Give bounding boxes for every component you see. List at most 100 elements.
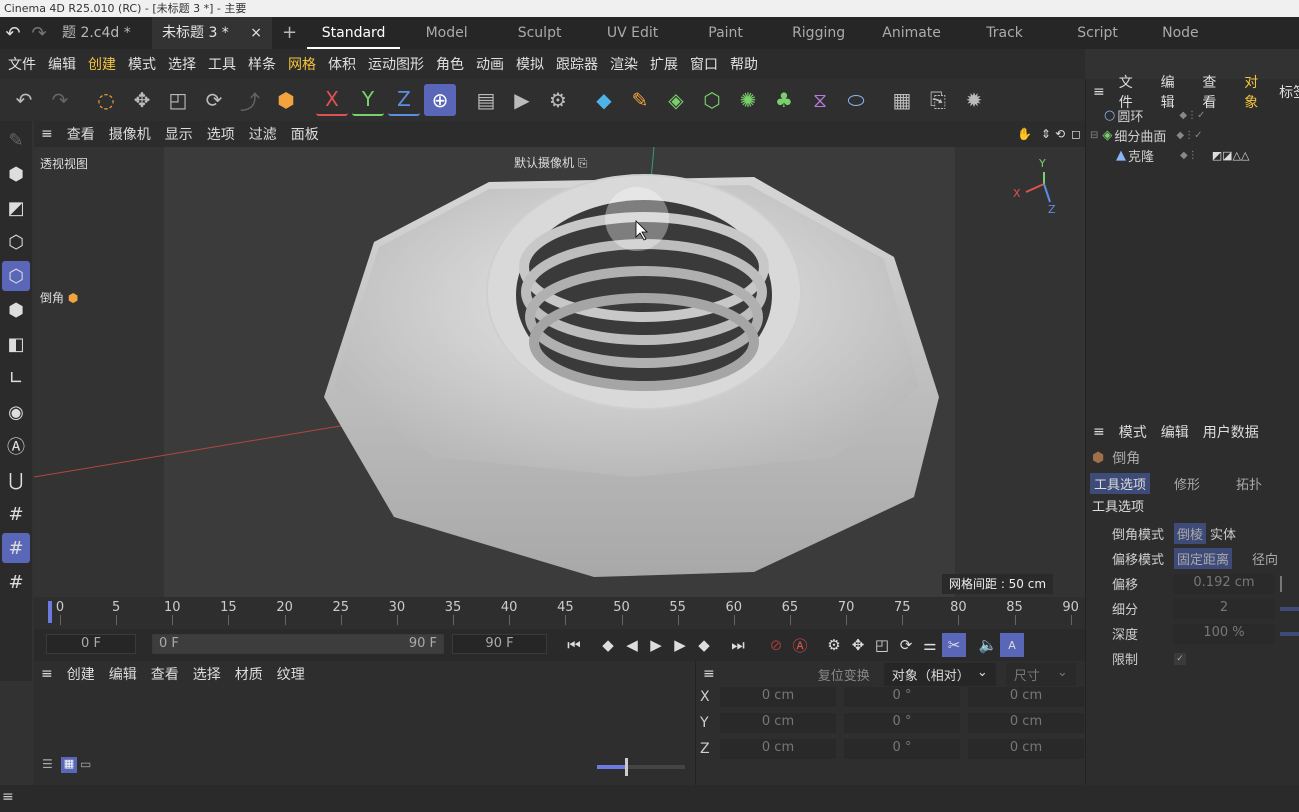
menu-character[interactable]: 角色 bbox=[430, 54, 470, 74]
menu-window[interactable]: 窗口 bbox=[684, 54, 724, 74]
viewport[interactable]: 透视视图 默认摄像机 ⎘ 倒角 ⬢ Y X Z 网格间距 : 50 cm bbox=[34, 147, 1085, 597]
autokey-icon[interactable]: Ⓐ bbox=[788, 633, 812, 657]
deformer-icon[interactable]: ⧖ bbox=[804, 84, 836, 116]
viewport-menu-display[interactable]: 显示 bbox=[158, 124, 200, 144]
size-y-field[interactable]: 0 cm bbox=[968, 713, 1084, 733]
zoom-slider[interactable] bbox=[597, 758, 685, 776]
orbit-icon[interactable]: ⟲ bbox=[1053, 127, 1067, 141]
hamburger-icon[interactable]: ≡ bbox=[1086, 84, 1112, 100]
layout-node[interactable]: Node bbox=[1144, 17, 1204, 49]
viewport-menu-options[interactable]: 选项 bbox=[200, 124, 242, 144]
uv-mode-icon[interactable]: ◧ bbox=[2, 329, 30, 359]
menu-tools[interactable]: 工具 bbox=[202, 54, 242, 74]
attribute-menu-edit[interactable]: 编辑 bbox=[1154, 422, 1196, 442]
undo-icon[interactable]: ↶ bbox=[0, 23, 26, 44]
solo-icon[interactable]: ◉ bbox=[2, 397, 30, 427]
reset-transform-button[interactable]: 复位变换 bbox=[818, 665, 870, 684]
menu-spline[interactable]: 样条 bbox=[242, 54, 282, 74]
depth-field[interactable]: 100 % bbox=[1174, 623, 1274, 644]
keyframe-settings-icon[interactable]: ⚙ bbox=[822, 633, 846, 657]
material-menu-select[interactable]: 选择 bbox=[186, 664, 228, 684]
auto-key-icon[interactable]: Ⓐ bbox=[2, 431, 30, 461]
recent-tool-icon[interactable]: ⤴ bbox=[234, 84, 266, 116]
subdivision-surface-icon[interactable]: ◈ bbox=[660, 84, 692, 116]
axis-z-button[interactable]: Z bbox=[388, 84, 420, 116]
material-menu-edit[interactable]: 编辑 bbox=[102, 664, 144, 684]
add-tab-button[interactable]: + bbox=[272, 17, 307, 49]
grid-view-icon[interactable]: ▦ bbox=[61, 757, 77, 773]
object-menu-tags[interactable]: 标签 bbox=[1279, 82, 1299, 102]
size-x-field[interactable]: 0 cm bbox=[968, 687, 1084, 707]
menu-mograph[interactable]: 运动图形 bbox=[362, 54, 430, 74]
collapse-icon[interactable]: ⊟ bbox=[1090, 130, 1098, 141]
live-select-icon[interactable]: ◌ bbox=[90, 84, 122, 116]
sound-icon[interactable]: 🔈 bbox=[976, 633, 1000, 657]
render-view-icon[interactable]: ▶ bbox=[506, 84, 538, 116]
offset-slider[interactable] bbox=[1280, 575, 1282, 592]
end-frame-field[interactable]: 90 F bbox=[452, 634, 547, 654]
offset-field[interactable]: 0.192 cm bbox=[1174, 573, 1274, 594]
play-icon[interactable]: ▶ bbox=[644, 633, 668, 657]
axis-mode-icon[interactable]: ∟ bbox=[2, 363, 30, 393]
offset-mode-radial[interactable]: 径向 bbox=[1252, 549, 1278, 568]
menu-mode[interactable]: 模式 bbox=[122, 54, 162, 74]
list-view-icon[interactable]: ☰ bbox=[42, 757, 53, 771]
menu-simulate[interactable]: 模拟 bbox=[510, 54, 550, 74]
limit-checkbox[interactable]: ✓ bbox=[1174, 652, 1186, 665]
render-settings-icon[interactable]: ⚙ bbox=[542, 84, 574, 116]
key-param-icon[interactable]: ⚌ bbox=[918, 633, 942, 657]
subdivision-field[interactable]: 2 bbox=[1174, 598, 1274, 619]
layout-uv-edit[interactable]: UV Edit bbox=[586, 17, 679, 49]
menu-tracker[interactable]: 跟踪器 bbox=[550, 54, 604, 74]
viewport-menu-filter[interactable]: 过滤 bbox=[242, 124, 284, 144]
layout-script[interactable]: Script bbox=[1051, 17, 1144, 49]
polygon-mode-icon[interactable]: ⬢ bbox=[2, 295, 30, 325]
close-icon[interactable]: × bbox=[250, 17, 262, 49]
visibility-icon[interactable]: ◆⋮✓ bbox=[1179, 110, 1205, 121]
menu-help[interactable]: 帮助 bbox=[724, 54, 764, 74]
position-x-field[interactable]: 0 cm bbox=[720, 687, 836, 707]
depth-slider[interactable] bbox=[1280, 631, 1299, 636]
axis-x-button[interactable]: X bbox=[316, 84, 348, 116]
menu-create[interactable]: 创建 bbox=[82, 54, 122, 74]
go-to-start-icon[interactable]: ⏮ bbox=[562, 633, 586, 657]
next-key-icon[interactable]: ◆ bbox=[692, 633, 716, 657]
extrude-icon[interactable]: ⬡ bbox=[696, 84, 728, 116]
visibility-icon[interactable]: ◆⋮ bbox=[1180, 150, 1198, 161]
key-rotation-icon[interactable]: ⟳ bbox=[894, 633, 918, 657]
menu-volume[interactable]: 体积 bbox=[322, 54, 362, 74]
light-icon[interactable]: ✹ bbox=[958, 84, 990, 116]
undo-button[interactable]: ↶ bbox=[8, 84, 40, 116]
menu-animation[interactable]: 动画 bbox=[470, 54, 510, 74]
camera-icon[interactable]: ⎘ bbox=[922, 84, 954, 116]
material-menu-material[interactable]: 材质 bbox=[228, 664, 270, 684]
tab-document-1[interactable]: 题 2.c4d * bbox=[52, 17, 152, 49]
maximize-icon[interactable]: ◻ bbox=[1067, 127, 1085, 141]
attribute-menu-mode[interactable]: 模式 bbox=[1112, 422, 1154, 442]
mograph-icon[interactable]: ♣ bbox=[768, 84, 800, 116]
redo-button[interactable]: ↷ bbox=[44, 84, 76, 116]
scale-icon[interactable]: ◰ bbox=[162, 84, 194, 116]
layout-standard[interactable]: Standard bbox=[307, 17, 401, 49]
current-frame-field[interactable]: 0 F bbox=[46, 634, 136, 654]
next-frame-icon[interactable]: ▶ bbox=[668, 633, 692, 657]
snap-icon[interactable]: ⋃ bbox=[2, 465, 30, 495]
viewport-menu-view[interactable]: 查看 bbox=[60, 124, 102, 144]
edge-mode-icon[interactable]: ⬡ bbox=[2, 261, 30, 291]
tab-topology[interactable]: 拓扑 bbox=[1236, 474, 1262, 493]
position-y-field[interactable]: 0 cm bbox=[720, 713, 836, 733]
workplane-icon[interactable]: # bbox=[2, 533, 30, 563]
list-item[interactable]: ▲ 克隆 ◆⋮ ◩◪△△ bbox=[1090, 145, 1299, 165]
floor-icon[interactable]: ▦ bbox=[886, 84, 918, 116]
tag-icons[interactable]: ◩◪△△ bbox=[1212, 149, 1250, 162]
tile-view-icon[interactable]: ▭ bbox=[80, 757, 91, 771]
object-menu-object[interactable]: 对象 bbox=[1237, 72, 1279, 112]
tab-shaping[interactable]: 修形 bbox=[1174, 474, 1200, 493]
subdivision-slider[interactable] bbox=[1280, 606, 1299, 611]
zoom-slider-handle[interactable] bbox=[625, 758, 628, 776]
rotation-b-field[interactable]: 0 ° bbox=[844, 739, 960, 759]
layout-sculpt[interactable]: Sculpt bbox=[493, 17, 586, 49]
layout-animate[interactable]: Animate bbox=[865, 17, 958, 49]
field-icon[interactable]: ⬭ bbox=[840, 84, 872, 116]
size-z-field[interactable]: 0 cm bbox=[968, 739, 1084, 759]
